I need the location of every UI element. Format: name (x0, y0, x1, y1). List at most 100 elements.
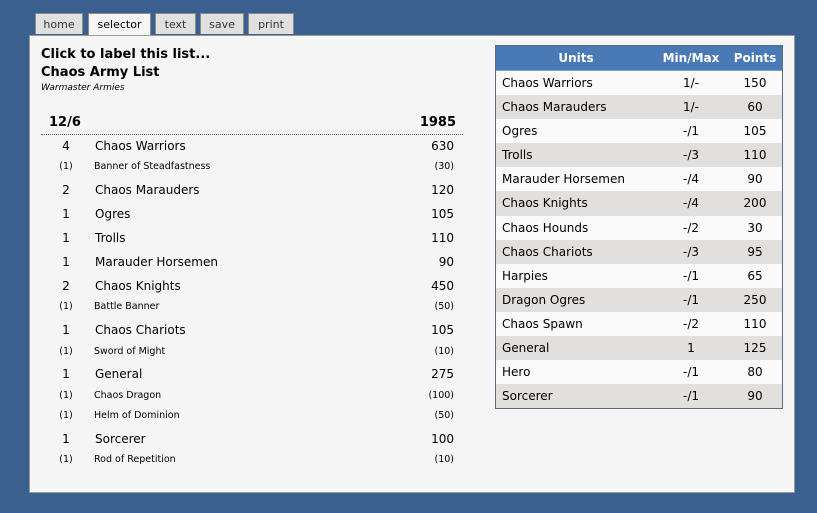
unit-minmax: -/2 (682, 316, 699, 331)
entry-name: Rod of Repetition (94, 454, 176, 465)
army-unit-entry[interactable]: 1 Trolls 110 (30, 231, 470, 249)
unit-name: Chaos Spawn (502, 316, 583, 331)
units-table: Units Min/Max Points Chaos Warriors 1/- 15… (495, 45, 783, 410)
entry-points: (50) (434, 410, 454, 421)
army-item-entry[interactable]: (1) Sword of Might (10) (30, 346, 470, 364)
unit-minmax: -/3 (682, 148, 699, 163)
entry-name: Sword of Might (94, 346, 166, 357)
unit-minmax: 1 (687, 341, 695, 356)
summary-total-points: 1985 (419, 115, 456, 130)
entry-quantity: (1) (59, 390, 73, 401)
entry-quantity: 1 (62, 367, 70, 381)
unit-points: 60 (747, 100, 763, 115)
unit-minmax: 1/- (682, 76, 699, 90)
army-unit-entry[interactable]: 1 Marauder Horsemen 90 (30, 255, 470, 273)
header-points: Points (733, 51, 777, 65)
unit-name: Marauder Horsemen (502, 172, 625, 187)
unit-minmax: -/3 (682, 244, 699, 259)
army-unit-entry[interactable]: 1 Sorcerer 100 (30, 432, 470, 450)
units-table-row[interactable]: Trolls -/3 110 (496, 143, 782, 168)
army-unit-entry[interactable]: 2 Chaos Marauders 120 (30, 183, 470, 201)
unit-minmax: -/2 (682, 220, 699, 235)
entry-quantity: (1) (59, 454, 73, 465)
tab-save[interactable]: save (200, 13, 244, 34)
entry-quantity: 1 (62, 323, 70, 337)
army-item-entry[interactable]: (1) Helm of Dominion (50) (30, 410, 470, 428)
entry-name: General (95, 367, 143, 381)
unit-name: Chaos Warriors (502, 76, 593, 90)
units-table-row[interactable]: Dragon Ogres -/1 250 (496, 287, 782, 312)
army-item-entry[interactable]: (1) Battle Banner (50) (30, 301, 470, 319)
entry-quantity: 2 (62, 183, 70, 197)
header-minmax: Min/Max (662, 51, 720, 65)
unit-points: 250 (743, 292, 767, 307)
selector-panel: Click to label this list... Chaos Army L… (29, 35, 795, 493)
army-item-entry[interactable]: (1) Banner of Steadfastness (30) (30, 161, 470, 179)
entry-name: Battle Banner (94, 301, 160, 312)
unit-minmax: -/1 (682, 268, 699, 283)
tab-home[interactable]: home (35, 13, 83, 34)
unit-name: Chaos Knights (502, 196, 588, 211)
unit-points: 80 (747, 365, 763, 380)
army-item-entry[interactable]: (1) Rod of Repetition (10) (30, 454, 470, 472)
unit-minmax: -/4 (682, 196, 699, 211)
entry-points: 105 (431, 323, 454, 337)
units-table-body: Chaos Warriors 1/- 150 Chaos Marauders 1/- 60… (496, 71, 782, 409)
army-unit-entry[interactable]: 4 Chaos Warriors 630 (30, 139, 470, 157)
unit-points: 200 (743, 196, 767, 211)
entry-points: (30) (434, 161, 454, 172)
entry-quantity: (1) (59, 410, 73, 421)
army-unit-entry[interactable]: 1 General 275 (30, 367, 470, 385)
unit-minmax: -/4 (682, 172, 699, 187)
unit-points: 110 (743, 148, 767, 163)
entry-name: Ogres (95, 207, 131, 221)
unit-name: Hero (502, 365, 531, 380)
unit-minmax: 1/- (682, 100, 699, 115)
entry-quantity: (1) (59, 346, 73, 357)
units-table-row[interactable]: Hero -/1 80 (496, 360, 782, 385)
army-unit-entry[interactable]: 1 Ogres 105 (30, 207, 470, 225)
units-table-header: Units Min/Max Points (496, 46, 782, 71)
army-unit-entry[interactable]: 1 Chaos Chariots 105 (30, 323, 470, 341)
tab-selector[interactable]: selector (88, 13, 151, 36)
entry-name: Chaos Dragon (94, 390, 162, 401)
units-table-row[interactable]: General 1 125 (496, 336, 782, 361)
unit-minmax: -/1 (682, 365, 699, 380)
army-list-name: Chaos Army List (41, 65, 160, 80)
entry-quantity: (1) (59, 301, 73, 312)
unit-name: Harpies (502, 268, 548, 283)
units-table-row[interactable]: Chaos Hounds -/2 30 (496, 215, 782, 240)
entry-quantity: 1 (62, 255, 70, 269)
unit-points: 30 (747, 220, 763, 235)
entry-name: Banner of Steadfastness (94, 161, 211, 172)
header-units: Units (558, 51, 594, 65)
entry-points: (100) (428, 390, 454, 401)
units-table-row[interactable]: Chaos Warriors 1/- 150 (496, 71, 782, 96)
entry-name: Chaos Knights (95, 279, 181, 293)
units-table-row[interactable]: Chaos Chariots -/3 95 (496, 239, 782, 264)
army-unit-entry[interactable]: 2 Chaos Knights 450 (30, 279, 470, 297)
units-table-row[interactable]: Sorcerer -/1 90 (496, 384, 782, 409)
unit-minmax: -/1 (682, 292, 699, 307)
entry-points: (10) (434, 346, 454, 357)
unit-points: 110 (743, 316, 767, 331)
entry-points: 100 (431, 432, 454, 446)
army-item-entry[interactable]: (1) Chaos Dragon (100) (30, 390, 470, 408)
units-table-row[interactable]: Ogres -/1 105 (496, 119, 782, 144)
units-table-row[interactable]: Marauder Horsemen -/4 90 (496, 167, 782, 192)
unit-name: Chaos Hounds (502, 220, 589, 235)
units-table-row[interactable]: Chaos Marauders 1/- 60 (496, 95, 782, 120)
units-table-row[interactable]: Chaos Spawn -/2 110 (496, 311, 782, 337)
unit-points: 90 (747, 389, 763, 404)
label-list-link[interactable]: Click to label this list... (41, 47, 210, 62)
entry-name: Chaos Warriors (95, 139, 186, 153)
entry-name: Helm of Dominion (94, 410, 180, 421)
units-table-row[interactable]: Harpies -/1 65 (496, 263, 782, 288)
tab-print[interactable]: print (248, 13, 294, 34)
unit-points: 125 (743, 341, 767, 356)
entry-quantity: 1 (62, 207, 70, 221)
units-table-row[interactable]: Chaos Knights -/4 200 (496, 191, 782, 216)
unit-name: Dragon Ogres (502, 292, 586, 307)
tab-text[interactable]: text (155, 13, 196, 34)
unit-points: 95 (747, 244, 763, 259)
